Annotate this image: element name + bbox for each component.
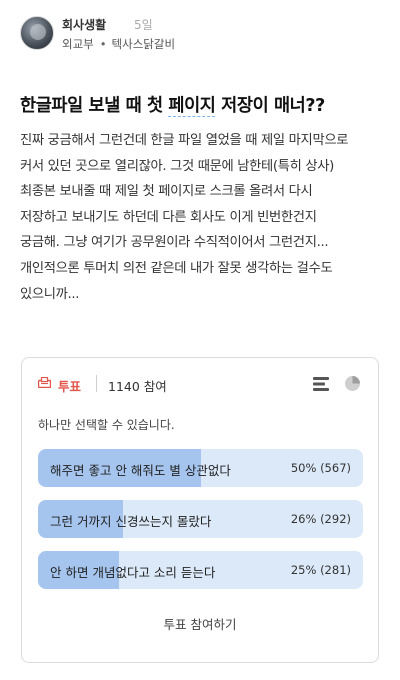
poll-option-label: 안 하면 개념없다고 소리 듣는다 (50, 565, 216, 580)
board-avatar[interactable] (20, 16, 54, 50)
poll-option-result: 26% (292) (290, 512, 351, 526)
poll-option[interactable]: 그런 거까지 신경쓰는지 몰랐다 26% (292) (38, 500, 363, 538)
header-divider (96, 375, 97, 392)
poll-option-label: 해주면 좋고 안 해줘도 별 상관없다 (50, 463, 231, 478)
body-line: 저장하고 보내기도 하던데 다른 회사도 이게 빈번한건지 (20, 209, 317, 225)
meta-separator-dot: • (99, 37, 107, 51)
post-header: 회사생활 5일 외교부 • 텍사스닭갈비 (20, 14, 380, 54)
title-underlined-word: 페이지 (168, 96, 216, 117)
bar-chart-icon[interactable] (313, 376, 329, 392)
poll-option[interactable]: 해주면 좋고 안 해줘도 별 상관없다 50% (567) (38, 449, 363, 487)
poll-option-label: 그런 거까지 신경쓰는지 몰랐다 (50, 514, 212, 529)
pie-chart-icon[interactable] (344, 375, 361, 392)
poll-card: 투표 1140 참여 하나만 선택할 수 있습니다. 해주면 좋고 안 해줘도 … (21, 357, 379, 663)
body-line: 있으니까... (20, 286, 80, 302)
body-line: 개인적으론 투머치 의전 같은데 내가 잘못 생각하는 걸수도 (20, 260, 333, 276)
author-meta: 외교부 • 텍사스닭갈비 (62, 36, 175, 52)
ballot-box-icon (38, 377, 51, 388)
poll-instruction: 하나만 선택할 수 있습니다. (38, 418, 175, 432)
poll-header: 투표 1140 참여 (22, 358, 378, 410)
body-line: 진짜 궁금해서 그런건데 한글 파일 열었을 때 제일 마지막으로 (20, 133, 349, 148)
participate-button[interactable]: 투표 참여하기 (22, 614, 378, 633)
body-line: 최종본 보내줄 때 제일 첫 페이지로 스크롤 올려서 다시 (20, 184, 313, 200)
participant-count: 1140 참여 (108, 379, 167, 394)
title-part-2: 저장이 매너?? (215, 96, 325, 116)
title-part-1: 한글파일 보낼 때 첫 (20, 96, 169, 116)
poll-option-result: 50% (567) (290, 461, 351, 475)
poll-label: 투표 (58, 379, 82, 394)
board-name[interactable]: 회사생활 (62, 16, 106, 33)
body-line: 궁금해. 그냥 여기가 공무원이라 수직적이어서 그런건지... (20, 235, 329, 251)
body-line: 커서 있던 곳으로 열리잖아. 그것 때문에 남한테(특히 상사) (20, 158, 335, 174)
poll-option-result: 25% (281) (290, 563, 351, 577)
author-nickname[interactable]: 텍사스닭갈비 (112, 37, 175, 51)
post-body: 진짜 궁금해서 그런건데 한글 파일 열었을 때 제일 마지막으로 커서 있던 … (20, 128, 386, 307)
post-title: 한글파일 보낼 때 첫 페이지 저장이 매너?? (20, 92, 390, 117)
poll-option[interactable]: 안 하면 개념없다고 소리 듣는다 25% (281) (38, 551, 363, 589)
post-time: 5일 (134, 18, 153, 32)
author-company[interactable]: 외교부 (62, 37, 94, 51)
